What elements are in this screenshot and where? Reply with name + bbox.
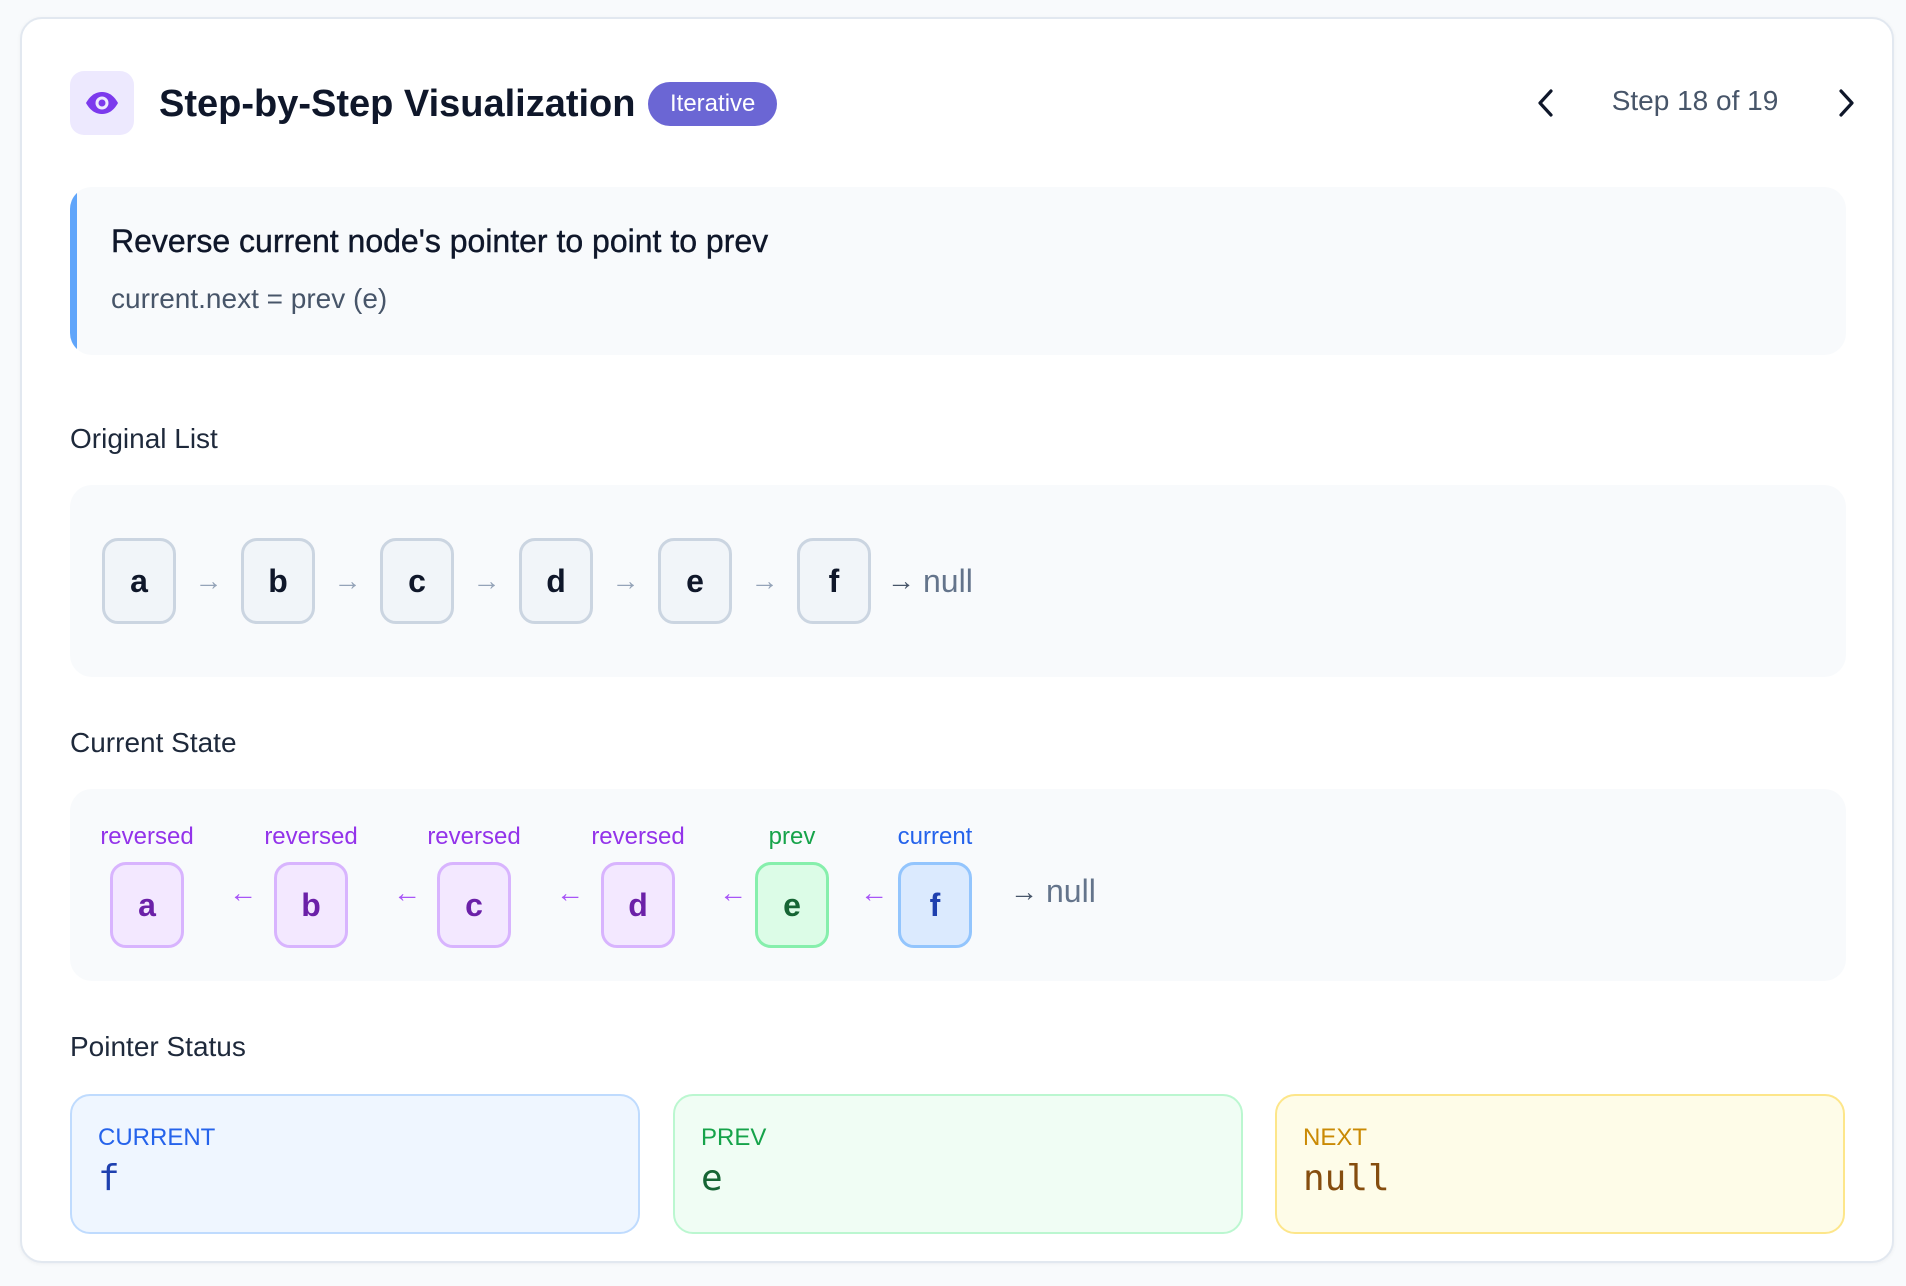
list-node: d bbox=[601, 862, 675, 948]
pointer-label: NEXT bbox=[1303, 1124, 1368, 1151]
list-node: e bbox=[658, 538, 732, 624]
list-node: b bbox=[274, 862, 348, 948]
pointer-label: PREV bbox=[701, 1124, 767, 1151]
list-node: e bbox=[755, 862, 829, 948]
pointer-value: f bbox=[98, 1158, 120, 1199]
chevron-right-icon bbox=[1839, 89, 1854, 117]
original-list-title: Original List bbox=[70, 423, 218, 454]
page-title: Step-by-Step Visualization bbox=[159, 83, 636, 125]
node-role-label: reversed bbox=[100, 823, 194, 850]
current-state-title: Current State bbox=[70, 727, 237, 758]
null-terminal: null bbox=[1046, 873, 1096, 909]
eye-icon bbox=[70, 71, 134, 135]
arrow-right-icon: → bbox=[333, 565, 362, 596]
node-role-label: reversed bbox=[591, 823, 685, 850]
arrow-right-icon: → bbox=[1010, 875, 1038, 907]
next-pointer-card: NEXT null bbox=[1275, 1094, 1845, 1234]
list-node: c bbox=[437, 862, 511, 948]
list-node: a bbox=[110, 862, 184, 948]
step-description: Reverse current node's pointer to point … bbox=[70, 187, 1846, 355]
step-counter: Step 18 of 19 bbox=[1611, 85, 1779, 116]
chevron-left-icon bbox=[1538, 89, 1553, 117]
state-node-slot: reversed b bbox=[256, 822, 366, 948]
original-list-panel: a → b → c → d → e → f → null bbox=[70, 485, 1846, 677]
current-state-panel: reversed a ← reversed b ← reversed c ← r… bbox=[70, 789, 1846, 981]
arrow-right-icon: → bbox=[194, 565, 223, 596]
pointer-status-title: Pointer Status bbox=[70, 1031, 246, 1062]
step-description-code: current.next = prev (e) bbox=[111, 283, 388, 314]
mode-badge: Iterative bbox=[648, 82, 778, 126]
state-node-slot: current f bbox=[880, 822, 990, 948]
state-node-slot: reversed a bbox=[92, 822, 202, 948]
node-role-label: reversed bbox=[427, 823, 521, 850]
list-node: d bbox=[519, 538, 593, 624]
arrow-right-icon: → bbox=[611, 565, 640, 596]
original-list-row: a → b → c → d → e → f → null bbox=[102, 538, 973, 624]
list-node: a bbox=[102, 538, 176, 624]
list-node: f bbox=[797, 538, 871, 624]
state-node-slot: prev e bbox=[737, 822, 847, 948]
state-node-slot: reversed c bbox=[419, 822, 529, 948]
state-node-slot: reversed d bbox=[583, 822, 693, 948]
visualization-card: Step-by-Step Visualization Iterative Ste… bbox=[20, 17, 1894, 1263]
header: Step-by-Step Visualization Iterative Ste… bbox=[70, 71, 1854, 135]
next-step-button[interactable] bbox=[1822, 79, 1870, 127]
null-terminal: null bbox=[923, 562, 973, 599]
list-node: f bbox=[898, 862, 972, 948]
null-terminal-group: → null bbox=[1010, 873, 1096, 910]
arrow-right-icon: → bbox=[750, 565, 779, 596]
step-description-title: Reverse current node's pointer to point … bbox=[111, 223, 769, 259]
arrow-right-icon: → bbox=[472, 565, 501, 596]
node-role-label: current bbox=[897, 823, 973, 850]
pointer-value: null bbox=[1303, 1158, 1390, 1199]
node-role-label: prev bbox=[768, 823, 816, 850]
list-node: b bbox=[241, 538, 315, 624]
previous-step-button[interactable] bbox=[1522, 79, 1570, 127]
list-node: c bbox=[380, 538, 454, 624]
prev-pointer-card: PREV e bbox=[673, 1094, 1243, 1234]
node-role-label: reversed bbox=[264, 823, 358, 850]
arrow-right-icon: → bbox=[887, 565, 915, 596]
pointer-label: CURRENT bbox=[98, 1124, 216, 1151]
current-pointer-card: CURRENT f bbox=[70, 1094, 640, 1234]
pointer-value: e bbox=[701, 1158, 723, 1199]
